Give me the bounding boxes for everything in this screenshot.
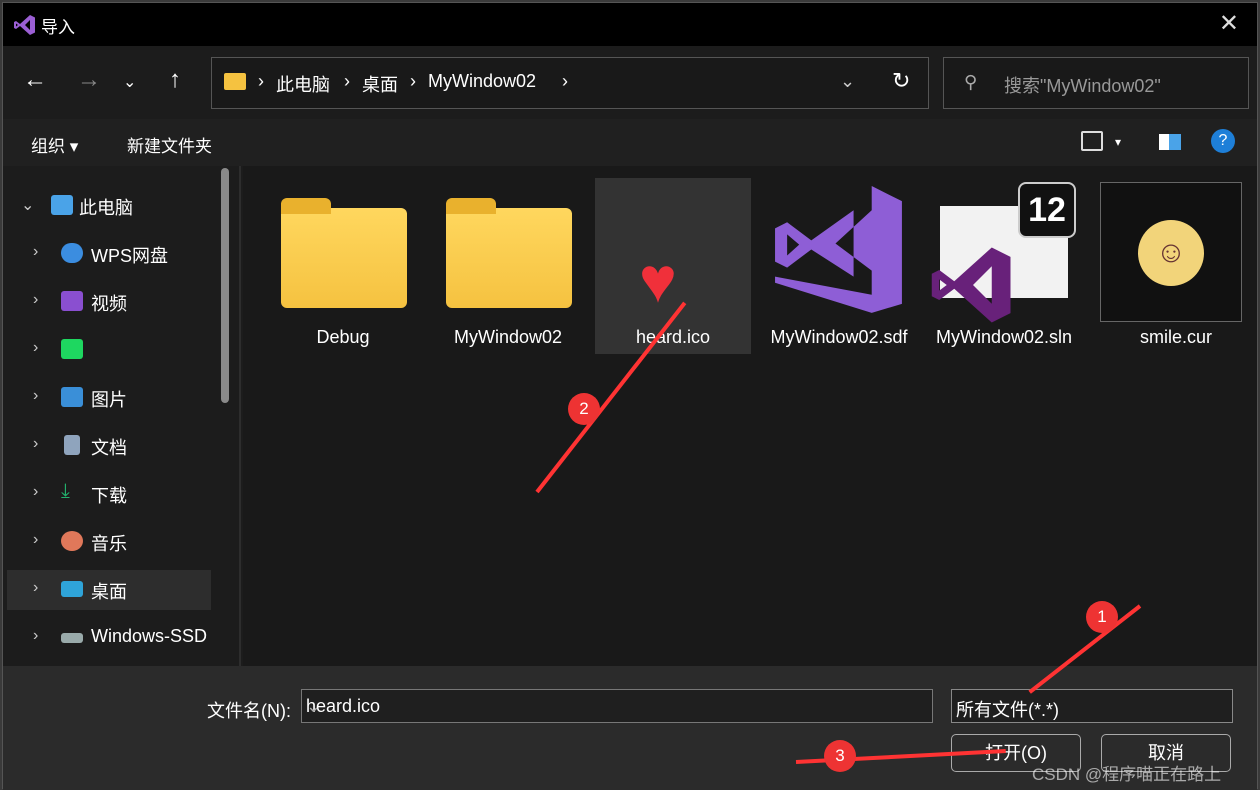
download-icon: ⤓ [61, 480, 70, 502]
file-item-smile-cur[interactable]: ☺ smile.cur [1098, 178, 1254, 354]
drive-icon [61, 633, 83, 643]
video-icon [61, 291, 83, 311]
folder-icon [224, 73, 246, 90]
chevron-down-icon[interactable]: ⌄ [956, 696, 1224, 717]
file-type-select[interactable]: 所有文件(*.*) ⌄ [951, 689, 1233, 723]
file-name: smile.cur [1139, 327, 1212, 347]
file-item-sln[interactable]: 12 MyWindow02.sln [926, 178, 1082, 354]
file-list: Debug MyWindow02 ♥ heard.ico MyWindow02.s… [243, 166, 1257, 666]
back-icon[interactable]: ← [23, 66, 47, 94]
sidebar-item-label: 下载 [91, 486, 127, 506]
view-icon[interactable] [1081, 131, 1103, 151]
search-box[interactable]: ⚲ 搜索"MyWindow02" [943, 57, 1249, 109]
desktop-icon [61, 581, 83, 597]
sidebar-item-documents[interactable]: › 文档 [7, 426, 211, 466]
sidebar-item-wps[interactable]: › WPS网盘 [7, 234, 211, 274]
preview-pane-icon[interactable] [1159, 134, 1181, 150]
sidebar-item-iqiyi[interactable]: › [7, 330, 211, 370]
sidebar-item-label: 此电脑 [79, 198, 133, 218]
cloud-icon [61, 243, 83, 263]
sidebar-item-label: 音乐 [91, 534, 127, 554]
file-item-heard-ico[interactable]: ♥ heard.ico [595, 178, 751, 354]
search-input[interactable]: 搜索"MyWindow02" [1004, 72, 1161, 98]
heart-icon: ♥ [639, 244, 677, 316]
iqiyi-icon [61, 339, 83, 359]
filename-label: 文件名(N): [207, 701, 291, 721]
chevron-down-icon[interactable]: ⌄ [840, 71, 855, 92]
file-name: Debug [316, 327, 370, 347]
sidebar-item-music[interactable]: › 音乐 [7, 522, 211, 562]
sidebar-item-windows-ssd[interactable]: › Windows-SSD [7, 618, 211, 658]
sidebar-item-label: WPS网盘 [91, 246, 169, 266]
window-title: 导入 [41, 18, 75, 37]
sidebar-scrollbar[interactable] [221, 168, 229, 403]
sidebar-item-label: 视频 [91, 294, 127, 314]
sidebar-item-desktop[interactable]: › 桌面 [7, 570, 211, 610]
folder-icon [446, 198, 572, 308]
sidebar-item-videos[interactable]: › 视频 [7, 282, 211, 322]
sidebar-item-label: 桌面 [91, 582, 127, 602]
version-badge: 12 [1018, 182, 1076, 238]
breadcrumb-mywindow02[interactable]: MyWindow02 [428, 71, 536, 92]
filename-input[interactable]: heard.ico ⌄ [301, 689, 933, 723]
pictures-icon [61, 387, 83, 407]
breadcrumb-desktop[interactable]: 桌面 [362, 71, 398, 97]
file-name: MyWindow02 [453, 327, 563, 347]
help-icon[interactable]: ? [1211, 129, 1235, 153]
folder-icon [281, 198, 407, 308]
sidebar: ⌄ 此电脑 › WPS网盘 › 视频 › › 图片 › 文档 › ⤓ 下载 › 音乐 › 桌面 ›… [3, 166, 241, 666]
view-dropdown-icon[interactable]: ▾ [1115, 135, 1121, 149]
annotation-badge-2: 2 [568, 393, 600, 425]
file-name: MyWindow02.sln [935, 327, 1073, 347]
search-icon: ⚲ [964, 72, 978, 92]
sidebar-item-this-pc[interactable]: ⌄ 此电脑 [7, 186, 211, 226]
title-bar: 导入 ✕ [3, 3, 1257, 46]
file-name: heard.ico [635, 327, 711, 347]
visual-studio-icon [931, 247, 1011, 323]
music-icon [61, 531, 83, 551]
file-item-mywindow02[interactable]: MyWindow02 [430, 178, 586, 354]
annotation-badge-3: 3 [824, 740, 856, 772]
close-icon[interactable]: ✕ [1219, 9, 1239, 38]
chevron-down-icon[interactable]: ⌄ [123, 72, 136, 92]
file-item-sdf[interactable]: MyWindow02.sdf [761, 178, 917, 354]
navigation-bar: ← → ⌄ ↑ › 此电脑 › 桌面 › MyWindow02 › ⌄ ↻ ⚲ … [3, 46, 1257, 119]
documents-icon [64, 435, 80, 455]
new-folder-button[interactable]: 新建文件夹 [127, 132, 212, 157]
forward-icon[interactable]: → [77, 66, 101, 94]
watermark: CSDN @程序喵正在路上 [1032, 765, 1222, 784]
sidebar-item-label: 图片 [91, 390, 127, 410]
sidebar-item-downloads[interactable]: › ⤓ 下载 [7, 474, 211, 514]
import-dialog: 导入 ✕ ← → ⌄ ↑ › 此电脑 › 桌面 › MyWindow02 › ⌄… [2, 2, 1258, 790]
refresh-icon[interactable]: ↻ [892, 68, 910, 94]
breadcrumb-this-pc[interactable]: 此电脑 [276, 71, 330, 97]
chevron-down-icon[interactable]: ⌄ [306, 696, 924, 717]
file-item-debug[interactable]: Debug [265, 178, 421, 354]
address-bar[interactable]: › 此电脑 › 桌面 › MyWindow02 › ⌄ ↻ [211, 57, 929, 109]
up-icon[interactable]: ↑ [169, 66, 181, 94]
sidebar-item-pictures[interactable]: › 图片 [7, 378, 211, 418]
sidebar-item-label: Windows-SSD [91, 626, 208, 646]
visual-studio-icon [14, 15, 35, 35]
organize-button[interactable]: 组织 ▾ [31, 132, 78, 157]
organize-label: 组织 [31, 137, 65, 156]
annotation-badge-1: 1 [1086, 601, 1118, 633]
smiley-icon: ☺ [1138, 220, 1204, 286]
file-name: MyWindow02.sdf [770, 327, 908, 347]
visual-studio-icon [775, 186, 902, 313]
sidebar-item-label: 文档 [91, 438, 127, 458]
toolbar: 组织 ▾ 新建文件夹 ▾ ? [3, 119, 1257, 166]
computer-icon [51, 195, 73, 215]
